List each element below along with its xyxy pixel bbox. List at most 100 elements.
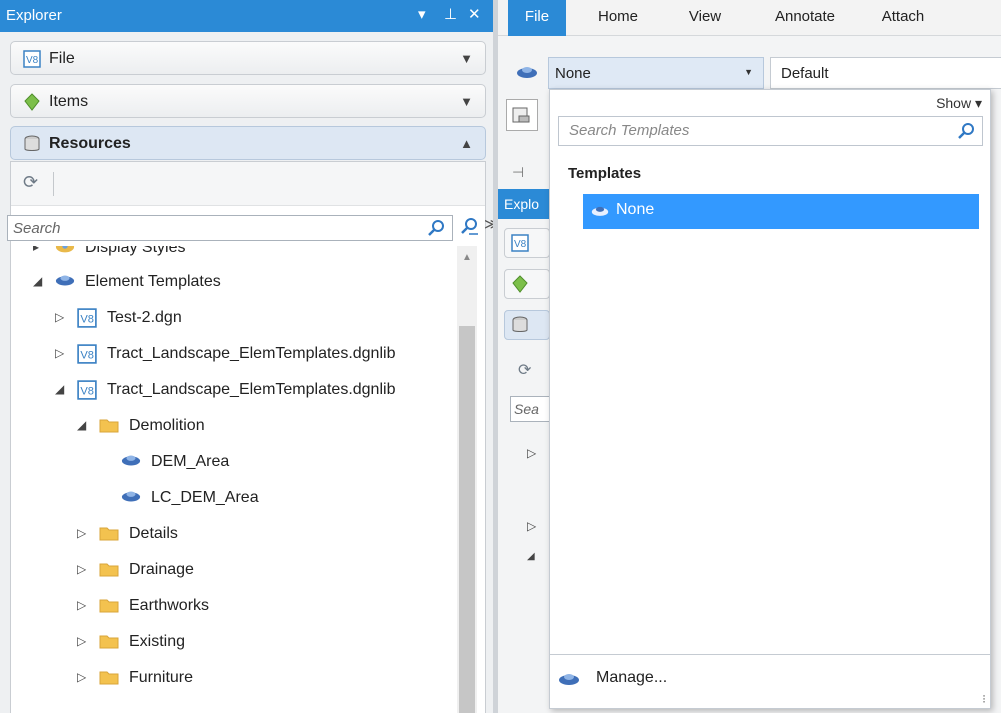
expand-arrow-icon[interactable]: ▷ — [77, 634, 86, 648]
tree-item-label: Test-2.dgn — [107, 309, 182, 326]
section-items[interactable]: Items ▼ — [10, 84, 486, 118]
collapse-arrow-icon[interactable]: ◢ — [55, 382, 64, 396]
template-search-placeholder: Search Templates — [569, 122, 690, 139]
svg-text:V8: V8 — [80, 385, 94, 397]
element-template-icon — [121, 488, 141, 509]
v8-file-icon: V8 — [77, 344, 97, 369]
close-icon[interactable]: ✕ — [468, 5, 481, 23]
expand-arrow-icon[interactable]: ▷ — [527, 519, 536, 533]
show-filter-button[interactable]: Show ▾ — [936, 95, 982, 112]
expand-arrow-icon[interactable]: ▷ — [55, 310, 64, 324]
expand-arrow-icon[interactable]: ▷ — [55, 346, 64, 360]
display-styles-icon — [55, 246, 75, 259]
template-item-label: None — [616, 201, 655, 218]
folder-icon — [99, 632, 119, 655]
explorer-titlebar: Explorer ▾ ⊥ ✕ — [0, 0, 493, 32]
scroll-up-icon[interactable]: ▲ — [462, 252, 472, 263]
ribbon-tabs: File Home View Annotate Attach — [498, 0, 1001, 36]
template-combobox[interactable]: None ▼ — [548, 57, 764, 89]
templates-heading: Templates — [568, 165, 642, 182]
chevron-down-icon[interactable]: ▼ — [460, 51, 473, 66]
panel-menu-icon[interactable]: ▾ — [418, 5, 426, 23]
v8-file-icon: V8 — [77, 380, 97, 405]
collapse-arrow-icon[interactable]: ◢ — [33, 274, 42, 288]
section-file[interactable]: V8 File ▼ — [10, 41, 486, 75]
print-icon[interactable] — [506, 99, 538, 131]
section-resources[interactable]: Resources ▲ — [10, 126, 486, 160]
pin-icon[interactable]: ⊥ — [444, 5, 457, 23]
refresh-icon[interactable]: ⟳ — [518, 360, 531, 380]
v8-file-icon: V8 — [23, 50, 41, 72]
tree-item-label: LC_DEM_Area — [151, 489, 259, 506]
expand-arrow-icon[interactable]: ▷ — [77, 670, 86, 684]
section-file-label: File — [49, 50, 75, 67]
tree-scrollbar[interactable]: ▲ — [457, 246, 477, 713]
pin-icon[interactable]: ⊣ — [512, 164, 524, 181]
v8-file-icon: V8 — [77, 308, 97, 333]
expand-arrow-icon[interactable]: ▷ — [527, 446, 536, 460]
expand-arrow-icon[interactable]: ▷ — [77, 526, 86, 540]
chevron-down-icon[interactable]: ▼ — [460, 94, 473, 109]
items-icon — [512, 275, 528, 293]
background-controls: ⊣ Explo V8 ⟳ Sea ▷ ▷ ◢ — [498, 40, 550, 713]
tab-view[interactable]: View — [680, 0, 730, 36]
search-icon[interactable] — [956, 121, 976, 145]
tree-item-label: Display Styles — [85, 246, 186, 256]
scroll-thumb[interactable] — [459, 326, 475, 713]
background-explorer-title: Explo — [498, 189, 550, 219]
chevron-down-icon[interactable]: ▼ — [744, 67, 753, 77]
expand-arrow-icon[interactable]: ▸ — [33, 246, 39, 254]
tree-item-label: Furniture — [129, 669, 194, 686]
expand-arrow-icon[interactable]: ▷ — [77, 562, 86, 576]
tree-item-label: DEM_Area — [151, 453, 230, 470]
background-section-resources[interactable] — [504, 310, 550, 340]
find-user-icon[interactable] — [458, 216, 480, 242]
level-combobox-value: Default — [781, 65, 829, 82]
expand-arrow-icon[interactable]: ▷ — [77, 598, 86, 612]
folder-icon — [99, 524, 119, 547]
search-icon[interactable] — [426, 218, 446, 242]
manage-templates-link[interactable]: Manage... — [596, 669, 667, 687]
explorer-title: Explorer — [6, 7, 62, 24]
tab-file[interactable]: File — [508, 0, 566, 36]
expand-options-icon[interactable]: ≫ — [484, 215, 493, 233]
level-combobox[interactable]: Default — [770, 57, 1001, 89]
resources-search-input[interactable]: Search — [7, 215, 453, 241]
explorer-panel: Explorer ▾ ⊥ ✕ V8 File ▼ Items ▼ Resourc… — [0, 0, 493, 713]
background-section-file[interactable]: V8 — [504, 228, 550, 258]
template-item-none[interactable]: None — [583, 194, 979, 229]
tab-home[interactable]: Home — [588, 0, 648, 36]
folder-icon — [99, 668, 119, 691]
database-icon — [512, 316, 528, 332]
background-search-input[interactable]: Sea — [510, 396, 550, 422]
items-icon — [23, 93, 41, 115]
svg-text:V8: V8 — [80, 313, 94, 325]
tree-item-label: Tract_Landscape_ElemTemplates.dgnlib — [107, 381, 396, 398]
collapse-arrow-icon[interactable]: ◢ — [77, 418, 86, 432]
tree-item-label: Earthworks — [129, 597, 210, 614]
collapse-arrow-icon[interactable]: ◢ — [527, 551, 535, 562]
refresh-icon[interactable]: ⟳ — [23, 172, 38, 193]
template-combobox-value: None — [555, 65, 591, 82]
element-template-icon — [558, 671, 580, 691]
resources-tree: ▸ Display Styles ◢ Element Templates ▷ V8 Test… — [11, 246, 453, 713]
folder-icon — [99, 596, 119, 619]
folder-icon — [99, 560, 119, 583]
chevron-up-icon[interactable]: ▲ — [460, 136, 473, 151]
resize-grip-icon[interactable]: ⁝ — [982, 692, 986, 706]
database-icon — [23, 135, 41, 157]
resources-toolbar: ⟳ — [11, 162, 485, 206]
tab-annotate[interactable]: Annotate — [766, 0, 844, 36]
tab-attach[interactable]: Attach — [870, 0, 936, 36]
template-search-input[interactable]: Search Templates — [558, 116, 983, 146]
tree-item-label: Element Templates — [85, 273, 221, 290]
svg-text:V8: V8 — [514, 239, 527, 250]
tree-item-label: Existing — [129, 633, 186, 650]
toolbar-separator — [53, 172, 54, 196]
search-placeholder: Search — [13, 220, 61, 237]
background-section-items[interactable] — [504, 269, 550, 299]
v8-file-icon: V8 — [511, 234, 529, 252]
svg-text:V8: V8 — [80, 349, 94, 361]
template-dropdown: Show ▾ Search Templates Templates None M… — [549, 89, 991, 709]
section-resources-label: Resources — [49, 135, 131, 152]
